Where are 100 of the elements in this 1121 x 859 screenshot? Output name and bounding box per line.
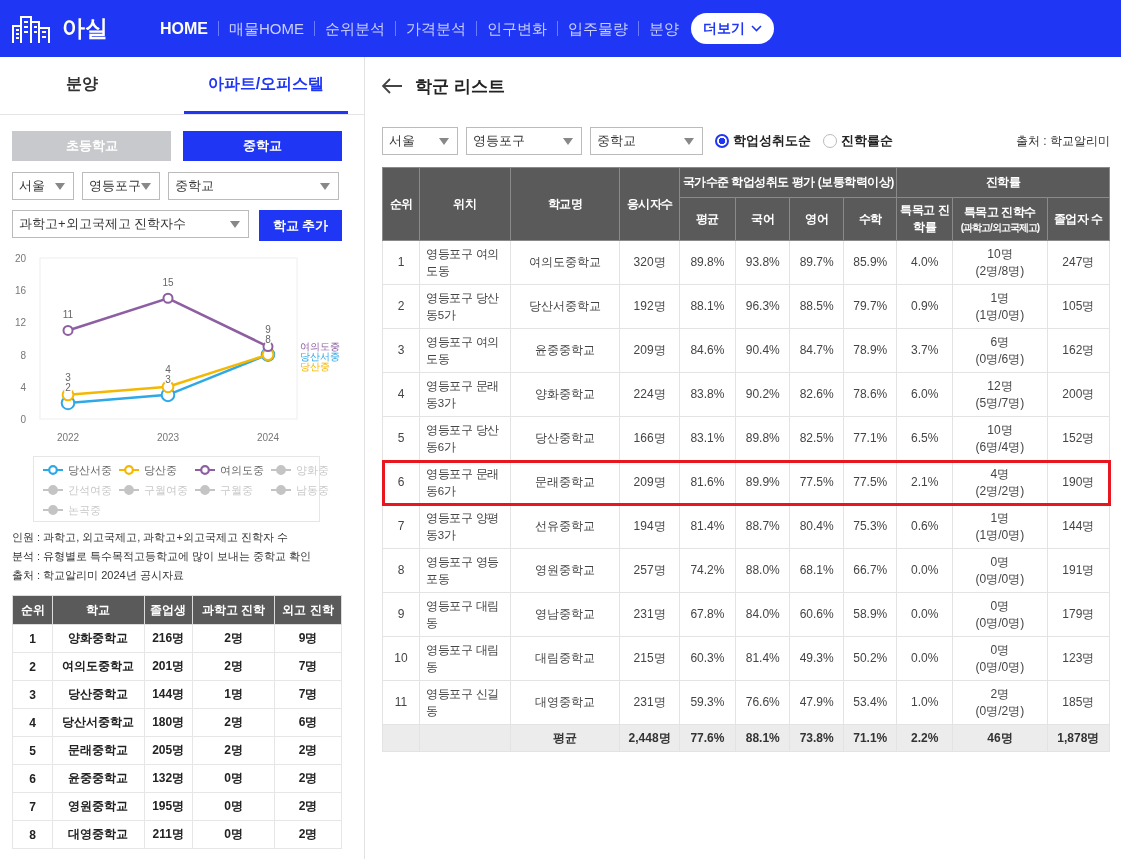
table-cell: 1명 (1명/0명) <box>952 284 1048 329</box>
table-cell: 0명 (0명/0명) <box>952 636 1048 681</box>
table-cell: 89.8% <box>679 240 736 285</box>
table-cell: 양화중학교 <box>52 624 144 653</box>
column-header: 응시자수 <box>619 167 680 241</box>
table-cell: 9명 <box>274 624 342 653</box>
table-cell: 1 <box>382 240 420 285</box>
table-cell: 영원중학교 <box>510 548 620 593</box>
column-header: 졸업자 수 <box>1047 197 1110 241</box>
table-cell: 영등포구 당산동5가 <box>419 284 511 329</box>
table-cell: 선유중학교 <box>510 504 620 549</box>
table-cell: 4 <box>12 708 53 737</box>
table-cell: 257명 <box>619 548 680 593</box>
note-text: 분석 : 유형별로 특수목적고등학교에 많이 보내는 중학교 확인 <box>12 549 313 564</box>
table-cell: 11 <box>382 680 420 725</box>
table-cell: 영등포구 신길동 <box>419 680 511 725</box>
table-cell: 76.6% <box>735 680 790 725</box>
table-cell: 179명 <box>1047 592 1110 637</box>
table-cell: 대영중학교 <box>510 680 620 725</box>
axis-label: 4 <box>20 381 26 393</box>
table-cell: 0.9% <box>897 284 953 329</box>
column-header: 위치 <box>419 167 511 241</box>
data-label: 4 <box>165 363 171 375</box>
table-cell: 대영중학교 <box>52 820 144 849</box>
table-cell: 89.7% <box>789 240 844 285</box>
table-cell: 10 <box>382 636 420 681</box>
data-label: 9 <box>265 323 271 335</box>
table-cell: 평균 <box>510 724 620 752</box>
table-cell: 144명 <box>1047 504 1110 549</box>
table-cell: 영등포구 문래동3가 <box>419 372 511 417</box>
table-cell: 205명 <box>144 736 193 765</box>
table-cell: 0명 <box>192 764 275 793</box>
table-cell: 105명 <box>1047 284 1110 329</box>
table-cell: 양화중학교 <box>510 372 620 417</box>
table-cell: 5 <box>12 736 53 765</box>
table-cell: 당산서중학교 <box>510 284 620 329</box>
table-cell: 6 <box>12 764 53 793</box>
axis-label: 2024 <box>256 432 280 443</box>
table-cell: 162명 <box>1047 328 1110 373</box>
note-text: 출처 : 학교알리미 2024년 공시자료 <box>12 568 185 583</box>
table-cell: 윤중중학교 <box>52 764 144 793</box>
table-cell: 2 <box>12 652 53 681</box>
column-header: 과학고 진학 <box>192 595 275 625</box>
table-cell: 0명 <box>192 820 275 849</box>
table-cell: 59.3% <box>679 680 736 725</box>
table-cell: 12명 (5명/7명) <box>952 372 1048 417</box>
axis-label: 20 <box>14 253 26 264</box>
table-cell: 2명 <box>274 792 342 821</box>
table-cell: 88.0% <box>735 548 790 593</box>
data-label: 11 <box>62 309 74 321</box>
table-cell: 1명 <box>192 680 275 709</box>
table-cell: 2명 <box>192 736 275 765</box>
table-cell: 0.0% <box>897 548 953 593</box>
table-cell: 79.7% <box>843 284 897 329</box>
source-text: 출처 : 학교알리미 <box>1016 132 1110 150</box>
table-cell: 68.1% <box>789 548 844 593</box>
column-header: 순위 <box>12 595 53 625</box>
table-cell: 7 <box>12 792 53 821</box>
column-header: 특목고 진학수 (과학고/외고국제고) <box>952 197 1048 241</box>
table-cell: 195명 <box>144 792 193 821</box>
axis-label: 2023 <box>156 432 180 443</box>
table-cell: 247명 <box>1047 240 1110 285</box>
table-cell: 6.0% <box>897 372 953 417</box>
table-cell: 46명 <box>952 724 1048 752</box>
table-cell: 영등포구 영등포동 <box>419 548 511 593</box>
table-cell: 0명 <box>192 792 275 821</box>
table-cell: 당산서중학교 <box>52 708 144 737</box>
table-cell: 58.9% <box>843 592 897 637</box>
table-cell: 영등포구 대림동 <box>419 636 511 681</box>
table-cell: 1명 (1명/0명) <box>952 504 1048 549</box>
table-cell: 96.3% <box>735 284 790 329</box>
table-cell: 81.4% <box>679 504 736 549</box>
table-cell: 67.8% <box>679 592 736 637</box>
table-cell: 84.0% <box>735 592 790 637</box>
column-header: 영어 <box>789 197 844 241</box>
column-group-header: 국가수준 학업성취도 평가 (보통학력이상) <box>679 167 897 198</box>
table-cell: 80.4% <box>789 504 844 549</box>
table-cell: 여의도중학교 <box>510 240 620 285</box>
table-cell: 0명 (0명/0명) <box>952 592 1048 637</box>
column-header: 특목고 진학률 <box>897 197 953 241</box>
table-cell: 4.0% <box>897 240 953 285</box>
column-group-header: 진학률 <box>897 167 1110 198</box>
table-cell: 224명 <box>619 372 680 417</box>
table-cell: 10명 (2명/8명) <box>952 240 1048 285</box>
table-cell: 200명 <box>1047 372 1110 417</box>
table-cell: 132명 <box>144 764 193 793</box>
table-cell: 320명 <box>619 240 680 285</box>
series-end-label: 여의도중 <box>300 340 340 352</box>
table-cell: 88.5% <box>789 284 844 329</box>
table-cell: 201명 <box>144 652 193 681</box>
table-cell: 8 <box>382 548 420 593</box>
table-cell: 78.6% <box>843 372 897 417</box>
table-cell: 90.2% <box>735 372 790 417</box>
table-cell: 84.6% <box>679 328 736 373</box>
column-header: 졸업생 <box>144 595 193 625</box>
data-label: 3 <box>65 371 71 383</box>
table-cell: 0.0% <box>897 636 953 681</box>
table-cell: 123명 <box>1047 636 1110 681</box>
column-header: 순위 <box>382 167 420 241</box>
table-cell: 2 <box>382 284 420 329</box>
